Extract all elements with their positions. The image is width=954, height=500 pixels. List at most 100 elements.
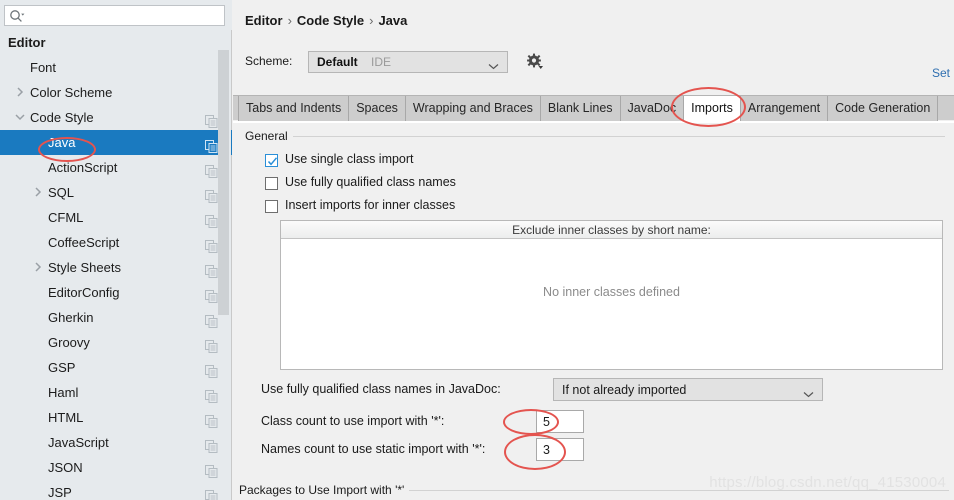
breadcrumb-item-code-style[interactable]: Code Style [297,13,364,28]
chevron-right-icon[interactable] [14,80,26,105]
sidebar-item-label: JSON [48,460,83,475]
scheme-label: Scheme: [245,54,293,68]
general-section-title: General [245,129,293,143]
sidebar-item-label: Editor [8,35,46,50]
sidebar-item-editor[interactable]: Editor [0,30,232,55]
sidebar-item-haml[interactable]: Haml [0,380,232,405]
tab-spaces[interactable]: Spaces [348,96,406,121]
copy-scheme-icon[interactable] [205,211,218,228]
sidebar-item-gsp[interactable]: GSP [0,355,232,380]
tab-wrapping-and-braces[interactable]: Wrapping and Braces [404,96,541,121]
copy-scheme-icon[interactable] [205,386,218,403]
copy-scheme-icon[interactable] [205,311,218,328]
sidebar-item-label: Haml [48,385,79,400]
checkbox-label: Insert imports for inner classes [285,198,456,212]
settings-tabbar: Tabs and Indents Spaces Wrapping and Brace… [233,95,954,124]
sidebar-item-label: Color Scheme [30,85,113,100]
exclude-panel-empty-text: No inner classes defined [543,285,680,299]
copy-scheme-icon[interactable] [205,261,218,278]
sidebar-item-label: ActionScript [48,160,118,175]
sidebar-item-label: JavaScript [48,435,109,450]
copy-scheme-icon[interactable] [205,486,218,500]
copy-scheme-icon[interactable] [205,236,218,253]
tab-javadoc[interactable]: JavaDoc [619,96,685,121]
sidebar-item-jsp[interactable]: JSP [0,480,232,500]
sidebar-item-actionscript[interactable]: ActionScript [0,155,232,180]
copy-scheme-icon[interactable] [205,461,218,478]
sidebar-item-label: Style Sheets [48,260,121,275]
sidebar-item-label: CoffeeScript [48,235,120,250]
sidebar-scrollbar-thumb[interactable] [218,50,229,315]
sidebar-item-label: Gherkin [48,310,94,325]
sidebar-item-style-sheets[interactable]: Style Sheets [0,255,232,280]
copy-scheme-icon[interactable] [205,361,218,378]
sidebar-item-font[interactable]: Font [0,55,232,80]
chevron-right-icon[interactable] [32,180,44,205]
tab-code-generation[interactable]: Code Generation [827,96,939,121]
set-from-link[interactable]: Set [932,66,950,80]
sidebar-item-color-scheme[interactable]: Color Scheme [0,80,232,105]
tab-arrangement[interactable]: Arrangement [739,96,829,121]
search-icon [9,9,25,24]
copy-scheme-icon[interactable] [205,411,218,428]
checkbox-input[interactable] [265,177,278,190]
sidebar-item-groovy[interactable]: Groovy [0,330,232,355]
settings-window: Editor Font Color Scheme Code Style Java Acti… [0,0,954,500]
chevron-down-icon [803,387,814,401]
checkbox-input[interactable] [265,154,278,167]
search-row [0,0,232,30]
sidebar-item-gherkin[interactable]: Gherkin [0,305,232,330]
copy-scheme-icon[interactable] [205,186,218,203]
copy-scheme-icon[interactable] [205,436,218,453]
javadoc-fqn-select[interactable]: If not already imported [553,378,823,401]
breadcrumb-item-editor[interactable]: Editor [245,13,283,28]
copy-scheme-icon[interactable] [205,336,218,353]
sidebar-item-label: Groovy [48,335,90,350]
count-input[interactable] [541,413,579,430]
gear-icon[interactable] [525,52,545,72]
sidebar-item-label: Code Style [30,110,94,125]
breadcrumb-separator: › [369,13,374,28]
count-label: Class count to use import with '*': [261,414,445,428]
general-section-rule [245,136,945,137]
checkbox-input[interactable] [265,200,278,213]
tab-imports[interactable]: Imports [683,96,741,121]
sidebar-item-javascript[interactable]: JavaScript [0,430,232,455]
count-input[interactable] [541,441,579,458]
sidebar-item-cfml[interactable]: CFML [0,205,232,230]
count-input-wrapper[interactable] [536,410,584,433]
sidebar-item-coffeescript[interactable]: CoffeeScript [0,230,232,255]
breadcrumb-item-java[interactable]: Java [378,13,407,28]
tab-tabs-and-indents[interactable]: Tabs and Indents [238,96,350,121]
sidebar-item-code-style[interactable]: Code Style [0,105,232,130]
chevron-down-icon[interactable] [14,105,26,130]
watermark: https://blog.csdn.net/qq_41530004 [709,474,946,491]
chevron-down-icon [488,59,499,73]
settings-tree: Editor Font Color Scheme Code Style Java Acti… [0,30,232,500]
search-input[interactable] [27,7,222,24]
sidebar-item-html[interactable]: HTML [0,405,232,430]
sidebar-item-json[interactable]: JSON [0,455,232,480]
tab-blank-lines[interactable]: Blank Lines [539,96,621,121]
copy-scheme-icon[interactable] [205,161,218,178]
count-input-wrapper[interactable] [536,438,584,461]
copy-scheme-icon[interactable] [205,111,218,128]
sidebar-item-label: Java [48,135,76,150]
sidebar-item-sql[interactable]: SQL [0,180,232,205]
scheme-select[interactable]: Default IDE [308,51,508,73]
sidebar-item-label: HTML [48,410,84,425]
settings-main-panel: Editor › Code Style › Java Scheme: Default I… [233,0,954,500]
count-label: Names count to use static import with '*… [261,442,486,456]
settings-sidebar: Editor Font Color Scheme Code Style Java Acti… [0,0,232,500]
checkbox-label: Use fully qualified class names [285,175,456,189]
sidebar-item-java[interactable]: Java [0,130,232,155]
copy-scheme-icon[interactable] [205,136,218,153]
sidebar-item-editorconfig[interactable]: EditorConfig [0,280,232,305]
scheme-selected-value: Default [317,55,358,69]
exclude-inner-classes-panel[interactable]: Exclude inner classes by short name: No … [280,220,943,370]
copy-scheme-icon[interactable] [205,286,218,303]
sidebar-item-label: SQL [48,185,75,200]
chevron-right-icon[interactable] [32,255,44,280]
sidebar-scrollbar-track[interactable] [218,30,231,500]
search-box[interactable] [4,5,225,26]
